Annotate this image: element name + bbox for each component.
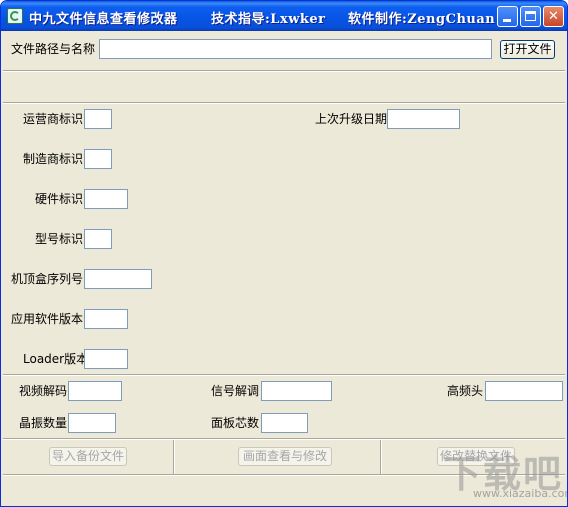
operator-id-input[interactable] [84, 109, 112, 129]
window-title: 中九文件信息查看修改器 [29, 12, 178, 27]
model-id-label: 型号标识 [35, 232, 84, 246]
signal-demod-label: 信号解调 [211, 384, 260, 398]
hardware-id-label: 硬件标识 [35, 192, 84, 206]
window-title-tech: 技术指导:Lxwker [211, 12, 326, 27]
video-decode-label: 视频解码 [19, 384, 68, 398]
file-path-label: 文件路径与名称 [11, 42, 96, 56]
watermark-url: www.xiazaiba.com [473, 487, 568, 500]
divider-top [3, 70, 565, 72]
watermark: 下载吧 www.xiazaiba.com [433, 441, 567, 501]
video-decode-input[interactable] [68, 381, 122, 401]
view-edit-screen-button[interactable]: 画面查看与修改 [238, 447, 332, 466]
title-bar[interactable]: 中九文件信息查看修改器 技术指导:Lxwker 软件制作:ZengChuan ✕ [1, 1, 567, 31]
file-path-input[interactable] [99, 39, 492, 59]
panel-chip-count-input[interactable] [261, 413, 308, 433]
manufacturer-id-input[interactable] [84, 149, 112, 169]
minimize-icon [503, 19, 511, 22]
stb-serial-input[interactable] [84, 269, 152, 289]
minimize-button[interactable] [497, 6, 518, 27]
crystal-count-input[interactable] [68, 413, 116, 433]
app-window: 中九文件信息查看修改器 技术指导:Lxwker 软件制作:ZengChuan ✕… [0, 0, 568, 507]
app-version-input[interactable] [84, 309, 128, 329]
last-upgrade-date-label: 上次升级日期 [315, 112, 388, 126]
operator-id-label: 运营商标识 [23, 112, 84, 126]
signal-demod-input[interactable] [261, 381, 332, 401]
hardware-id-input[interactable] [84, 189, 128, 209]
model-id-input[interactable] [84, 229, 112, 249]
tuner-input[interactable] [485, 381, 563, 401]
loader-version-label: Loader版本 [23, 352, 89, 366]
close-icon: ✕ [548, 9, 559, 24]
panel-chip-count-label: 面板芯数 [211, 416, 260, 430]
divider-actions-2 [380, 440, 382, 474]
loader-version-input[interactable] [84, 349, 128, 369]
divider-actions-1 [173, 440, 175, 474]
close-button[interactable]: ✕ [543, 6, 564, 27]
maximize-icon [525, 11, 536, 21]
last-upgrade-date-input[interactable] [387, 109, 460, 129]
divider-lower [3, 374, 565, 376]
divider-header [3, 102, 565, 104]
app-version-label: 应用软件版本 [11, 312, 84, 326]
divider-actions-top [3, 438, 565, 440]
crystal-count-label: 晶振数量 [19, 416, 68, 430]
import-backup-button[interactable]: 导入备份文件 [49, 447, 127, 466]
tuner-label: 高频头 [447, 384, 484, 398]
manufacturer-id-label: 制造商标识 [23, 152, 84, 166]
window-title-author: 软件制作:ZengChuan [348, 12, 496, 27]
maximize-button[interactable] [520, 6, 541, 27]
app-icon [7, 8, 23, 24]
stb-serial-label: 机顶盒序列号 [11, 272, 84, 286]
open-file-button[interactable]: 打开文件 [500, 40, 555, 59]
